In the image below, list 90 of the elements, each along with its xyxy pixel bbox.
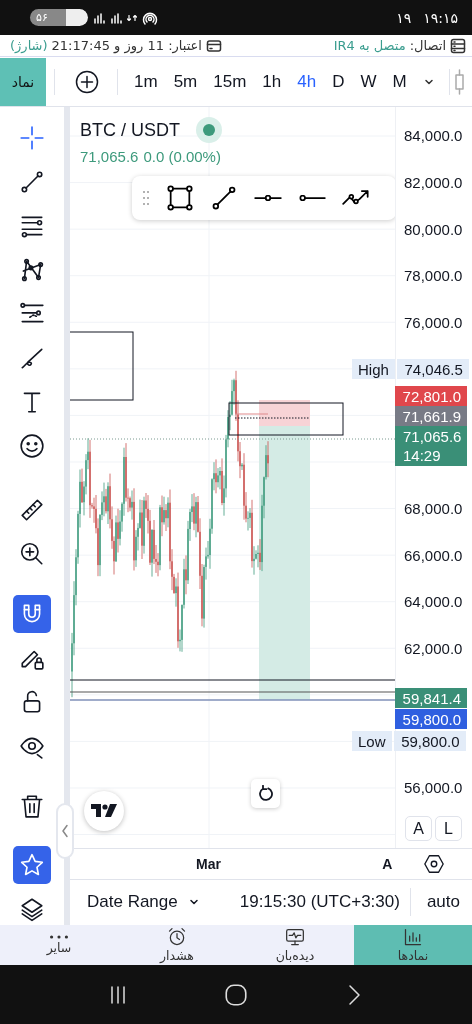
symbol-title: BTC / USDT <box>80 119 180 141</box>
server-icon <box>450 37 466 54</box>
signal-icon <box>110 11 122 24</box>
bar-chart-icon <box>403 927 423 947</box>
horizontal-line-icon <box>254 195 282 201</box>
charge-text: (شارژ) <box>10 38 48 53</box>
smiley-icon <box>19 433 45 459</box>
entry-line <box>234 413 269 415</box>
price-tick: 68,000.0 <box>404 499 463 517</box>
price-badge: 59,841.4 <box>395 688 467 708</box>
drag-handle-icon[interactable] <box>142 190 150 206</box>
interval-tab[interactable]: M <box>384 64 415 100</box>
horizontal-ray-icon <box>298 195 326 201</box>
interval-tab[interactable]: W <box>352 64 385 100</box>
last-price: 71,065.6 <box>80 148 139 165</box>
extreme-value: 74,046.5 <box>396 359 469 379</box>
interval-tab[interactable]: 1h <box>254 64 290 100</box>
interval-tab[interactable]: D <box>324 64 353 100</box>
price-tick: 80,000.0 <box>404 220 463 238</box>
nav-tab[interactable]: سایر <box>0 925 118 965</box>
time-axis-label: A <box>382 855 393 872</box>
status-time: ۱۹:۱۵ <box>423 9 458 26</box>
chart-logo-icon <box>84 791 124 831</box>
drawing-tool[interactable] <box>166 184 194 212</box>
reset-button[interactable] <box>251 779 280 808</box>
date-range-button[interactable]: Date Range <box>70 892 200 913</box>
interval-tab[interactable]: 1m <box>126 64 166 100</box>
extreme-value: 59,800.0 <box>393 731 466 751</box>
drawing-tool[interactable] <box>298 195 326 201</box>
card-icon <box>206 38 222 53</box>
status-date: ۱۹ <box>396 9 412 26</box>
interval-tab[interactable]: 4h <box>289 64 325 100</box>
trendline-icon <box>210 184 238 212</box>
extreme-label: Low <box>352 731 392 751</box>
crosshair-icon <box>19 125 45 151</box>
add-indicator-icon[interactable] <box>75 70 99 94</box>
trendline-icon <box>19 169 45 195</box>
price-tick: 84,000.0 <box>404 127 463 145</box>
price-badge: 72,801.0 <box>395 386 467 406</box>
trash-icon <box>19 793 45 819</box>
market-status-icon <box>196 117 222 143</box>
price-value: 71,065.6 <box>403 427 462 446</box>
interval-tab[interactable]: 5m <box>165 64 206 100</box>
auto-scale-button[interactable]: auto <box>410 892 472 913</box>
price-tick: 66,000.0 <box>404 546 463 564</box>
price-tick: 64,000.0 <box>404 593 463 611</box>
zoom-in-icon <box>19 541 45 567</box>
nav-tab[interactable]: دیده‌بان <box>236 925 354 965</box>
home-icon[interactable] <box>223 981 249 1008</box>
price-badge: 71,661.9 <box>395 406 467 426</box>
pattern-icon <box>19 257 45 283</box>
chevron-down-icon <box>187 898 200 907</box>
price-badge: 59,800.0 <box>395 709 467 729</box>
ruler-icon <box>19 497 45 523</box>
chevron-down-icon[interactable] <box>422 78 435 86</box>
rectangle-tool-icon <box>166 184 194 212</box>
symbol-button[interactable]: نماد <box>0 58 46 106</box>
rotate-icon <box>256 784 275 803</box>
interval-tab[interactable]: 15m <box>205 64 255 100</box>
star-icon <box>19 852 45 878</box>
more-icon <box>50 935 68 939</box>
credit-text: اعتبار: 11 روز و 21:17:45 <box>51 38 202 53</box>
connection-label: اتصال: <box>409 38 446 53</box>
settings-icon[interactable] <box>422 852 445 875</box>
drawing-tool[interactable] <box>210 184 238 212</box>
chevron-left-icon <box>61 824 69 838</box>
price-change: 0.0 (0.00%) <box>143 148 221 165</box>
layers-icon <box>19 896 45 922</box>
time-axis-label: Mar <box>196 855 221 872</box>
price-tick: 82,000.0 <box>404 174 463 192</box>
battery-indicator: ۵۶ <box>30 9 88 26</box>
data-icon <box>127 14 137 21</box>
signal-icon <box>93 11 105 24</box>
nav-tab[interactable]: هشدار <box>118 925 236 965</box>
price-tick: 78,000.0 <box>404 267 463 285</box>
rectangle-outline <box>70 331 134 401</box>
extreme-label: High <box>352 359 395 379</box>
scale-button[interactable]: A <box>405 816 432 841</box>
price-tick: 76,000.0 <box>404 313 463 331</box>
drawing-tool[interactable] <box>254 195 282 201</box>
alarm-clock-icon <box>167 927 187 947</box>
collapse-handle[interactable] <box>56 803 74 859</box>
clock-text: 19:15:30 (UTC+3:30) <box>239 892 400 913</box>
monitor-icon <box>285 927 305 947</box>
price-tick: 62,000.0 <box>404 639 463 657</box>
connection-status: متصل به IR4 <box>333 38 406 53</box>
nav-tab[interactable]: نمادها <box>354 925 472 965</box>
countdown-text: 14:29 <box>403 446 441 465</box>
scale-button[interactable]: L <box>435 816 462 841</box>
price-tick: 56,000.0 <box>404 779 463 797</box>
